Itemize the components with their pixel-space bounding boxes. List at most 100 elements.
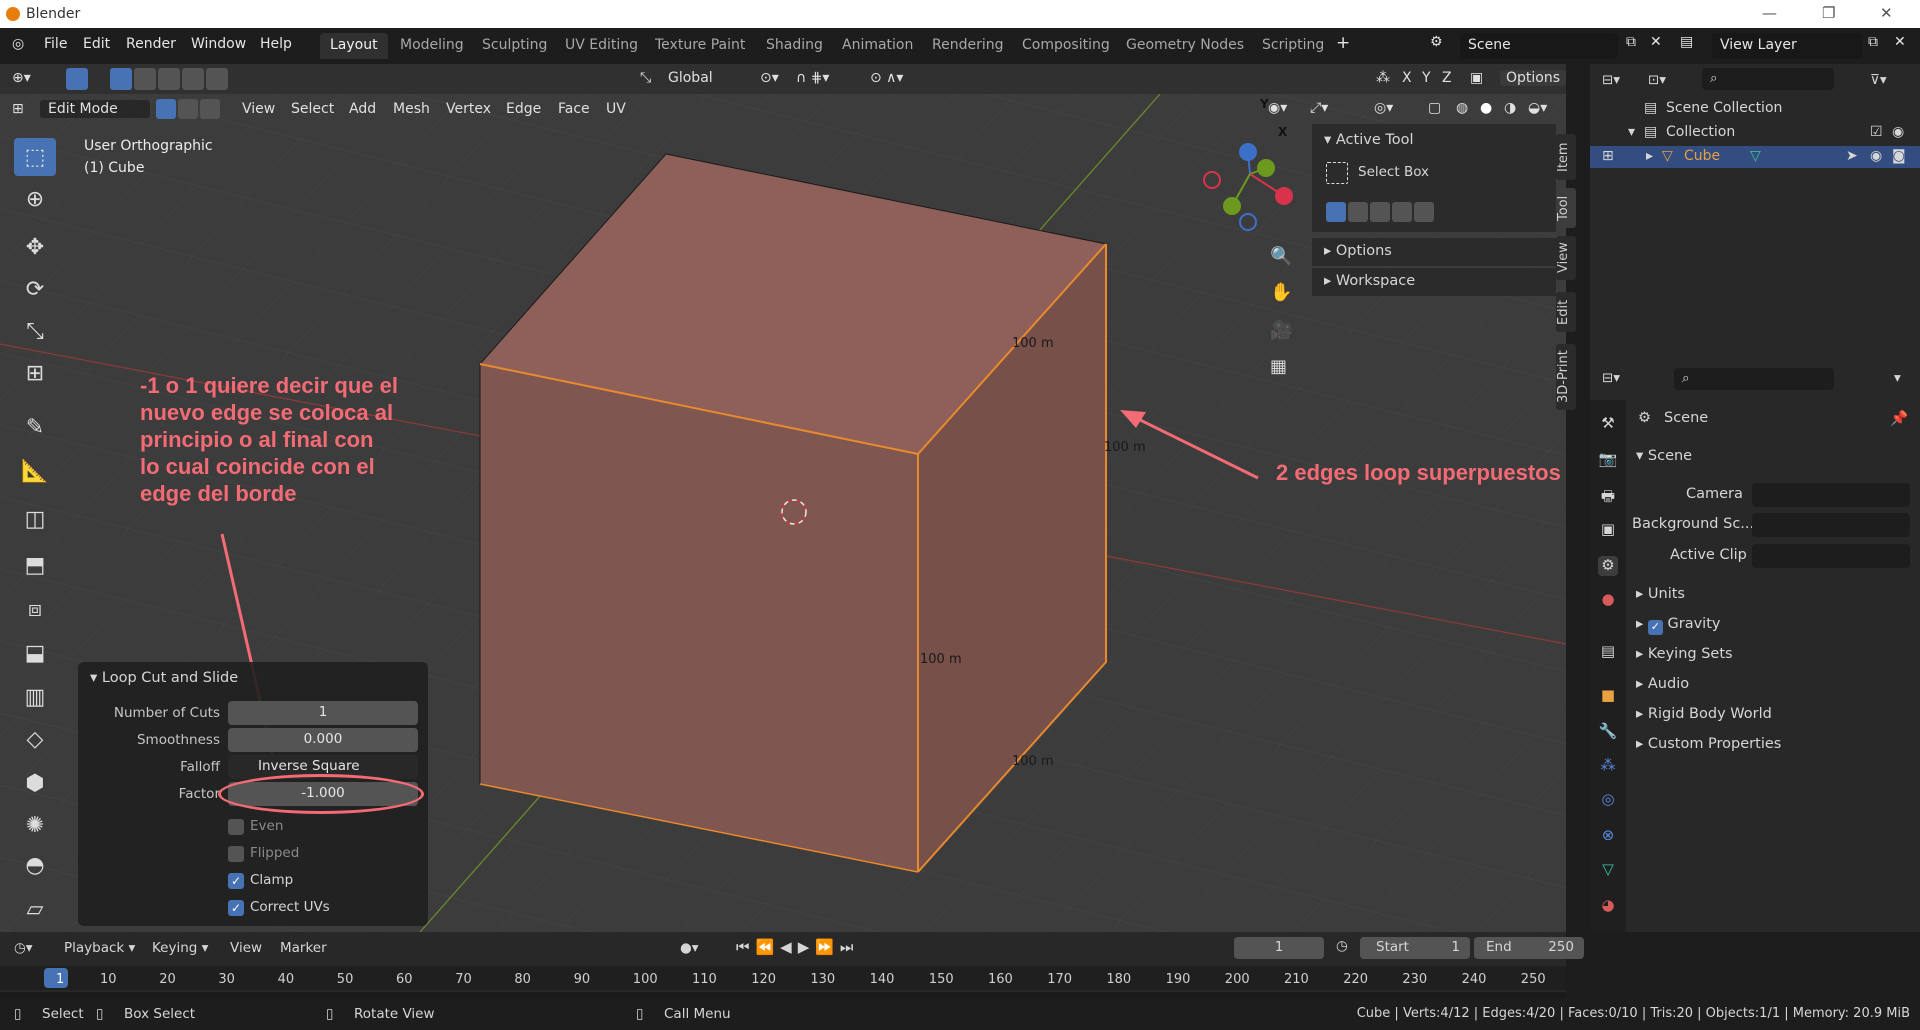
collection-label[interactable]: Collection — [1666, 124, 1735, 140]
select-mode-extend-icon[interactable] — [134, 68, 156, 90]
menu-face[interactable]: Face — [558, 101, 590, 117]
tab-item[interactable]: Item — [1556, 134, 1576, 180]
visibility-icon[interactable]: ◉▾ — [1268, 100, 1287, 116]
mesh-data-icon[interactable]: ▽ — [1750, 148, 1761, 164]
output-props-tab-icon[interactable]: 🖶 — [1598, 486, 1618, 506]
tab-uv-editing[interactable]: UV Editing — [555, 33, 648, 59]
minimize-icon[interactable]: — — [1762, 4, 1777, 22]
xray-icon[interactable]: ▢ — [1428, 100, 1441, 116]
timeline-editor-icon[interactable]: ◷▾ — [14, 940, 33, 956]
menu-mesh[interactable]: Mesh — [393, 101, 430, 117]
snap-icon[interactable]: ∩ ⋕▾ — [796, 70, 829, 86]
end-frame-field[interactable]: End 250 — [1474, 937, 1584, 959]
filter-icon[interactable]: ⊽▾ — [1870, 72, 1887, 88]
orientation-icon[interactable]: ⤡ — [640, 70, 651, 86]
smooth-tool-icon[interactable]: ◓ — [14, 846, 56, 884]
marker-menu[interactable]: Marker — [280, 940, 327, 956]
camera-view-icon[interactable]: 🎥 — [1270, 320, 1292, 341]
collection-props-tab-icon[interactable]: ▤ — [1598, 642, 1618, 662]
collection-checkbox-icon[interactable]: ☑ — [1870, 124, 1883, 140]
tab-sculpting[interactable]: Sculpting — [472, 33, 557, 59]
tab-animation[interactable]: Animation — [832, 33, 923, 59]
menu-select[interactable]: Select — [291, 101, 334, 117]
view-layer-icon[interactable]: ▤ — [1680, 34, 1693, 50]
selectable-icon[interactable]: ➤ — [1846, 148, 1858, 164]
pin-icon[interactable]: 📌 — [1890, 410, 1908, 427]
bevel-tool-icon[interactable]: ⬓ — [14, 634, 56, 672]
mode-intersect-icon[interactable] — [1414, 202, 1434, 222]
tab-3d-print[interactable]: 3D-Print — [1556, 344, 1576, 410]
properties-editor-icon[interactable]: ⊟▾ — [1602, 370, 1620, 386]
new-view-layer-icon[interactable]: ⧉ — [1868, 34, 1878, 50]
inset-tool-icon[interactable]: ⧈ — [14, 590, 56, 628]
select-mode-new-icon[interactable] — [110, 68, 132, 90]
tool-props-tab-icon[interactable]: ⚒ — [1598, 414, 1618, 434]
physics-props-tab-icon[interactable]: ◎ — [1598, 790, 1618, 810]
current-frame-field[interactable]: 1 — [1234, 937, 1324, 959]
mode-difference-icon[interactable] — [1392, 202, 1412, 222]
rigid-body-panel[interactable]: ▸ Rigid Body World — [1636, 706, 1772, 722]
scene-icon[interactable]: ⚙ — [1430, 34, 1443, 50]
tab-tool[interactable]: Tool — [1556, 188, 1576, 228]
pivot-icon[interactable]: ⊙▾ — [760, 70, 779, 86]
proportional-edit-icon[interactable]: ⊙ ∧▾ — [870, 70, 903, 86]
material-props-tab-icon[interactable]: ◕ — [1598, 896, 1618, 916]
vertex-select-icon[interactable] — [156, 99, 176, 119]
display-mode-icon[interactable]: ⊡▾ — [1648, 72, 1666, 88]
camera-field[interactable] — [1752, 483, 1910, 507]
poly-build-tool-icon[interactable]: ⬢ — [14, 764, 56, 802]
correct-uvs-checkbox[interactable]: ✓ — [228, 900, 244, 916]
workspace-panel-header[interactable]: ▸ Workspace — [1312, 268, 1556, 296]
view-layer-tab-icon[interactable]: ▣ — [1598, 520, 1618, 540]
gravity-checkbox[interactable]: ✓ — [1647, 620, 1663, 635]
mode-extend-icon[interactable] — [1348, 202, 1368, 222]
delete-scene-icon[interactable]: ✕ — [1650, 34, 1662, 50]
ortho-grid-icon[interactable]: ▦ — [1270, 356, 1287, 377]
zoom-icon[interactable]: 🔍 — [1270, 246, 1292, 267]
tab-view[interactable]: View — [1556, 236, 1576, 280]
orientation-dropdown[interactable]: Global — [668, 70, 713, 86]
pan-hand-icon[interactable]: ✋ — [1270, 282, 1292, 303]
material-shading-icon[interactable]: ◑ — [1504, 100, 1516, 116]
scale-tool-icon[interactable]: ⤡ — [14, 312, 56, 350]
scene-collection-label[interactable]: Scene Collection — [1666, 100, 1782, 116]
edge-select-icon[interactable] — [178, 99, 198, 119]
options-panel-header[interactable]: ▸ Options — [1312, 238, 1556, 266]
cube-render-icon[interactable]: ◙ — [1892, 148, 1906, 164]
transform-tool-icon[interactable]: ⊞ — [14, 354, 56, 392]
scene-selector[interactable]: Scene — [1460, 33, 1618, 59]
timeline-view-menu[interactable]: View — [230, 940, 262, 956]
select-tool-icon[interactable] — [66, 68, 88, 90]
tab-rendering[interactable]: Rendering — [922, 33, 1014, 59]
even-checkbox[interactable] — [228, 819, 244, 835]
menu-render[interactable]: Render — [126, 36, 176, 52]
menu-edge[interactable]: Edge — [506, 101, 541, 117]
time-icon[interactable]: ◷ — [1336, 938, 1348, 954]
collection-expand-icon[interactable]: ▾ — [1628, 124, 1635, 140]
audio-panel[interactable]: ▸ Audio — [1636, 676, 1689, 692]
cube-label[interactable]: Cube — [1684, 148, 1720, 164]
edit-mode-icon[interactable]: ⊞ — [1602, 148, 1614, 164]
overlay-icon[interactable]: ◎▾ — [1374, 100, 1393, 116]
view-layer-selector[interactable]: View Layer — [1712, 33, 1862, 59]
auto-merge-icon[interactable]: ▣ — [1470, 70, 1483, 86]
gizmo-toggle-icon[interactable]: ⤢▾ — [1310, 100, 1328, 116]
face-select-icon[interactable] — [200, 99, 220, 119]
particles-props-tab-icon[interactable]: ⁂ — [1598, 756, 1618, 776]
move-tool-icon[interactable]: ✥ — [14, 228, 56, 266]
menu-edit[interactable]: Edit — [83, 36, 110, 52]
solid-shading-icon[interactable]: ● — [1480, 100, 1492, 116]
shear-tool-icon[interactable]: ▱ — [14, 890, 56, 928]
blender-menu-icon[interactable]: ◎ — [12, 36, 24, 52]
cube-expand-icon[interactable]: ▸ — [1646, 148, 1653, 164]
tab-edit[interactable]: Edit — [1556, 292, 1576, 332]
flipped-checkbox[interactable] — [228, 846, 244, 862]
properties-options-icon[interactable]: ▾ — [1894, 370, 1901, 386]
render-props-tab-icon[interactable]: 📷 — [1598, 450, 1618, 470]
loop-cut-tool-icon[interactable]: ▥ — [14, 678, 56, 716]
wireframe-shading-icon[interactable]: ◍ — [1456, 100, 1468, 116]
mode-set-icon[interactable] — [1326, 202, 1346, 222]
world-props-tab-icon[interactable]: ● — [1598, 590, 1618, 610]
select-mode-invert-icon[interactable] — [182, 68, 204, 90]
rotate-tool-icon[interactable]: ⟳ — [14, 270, 56, 308]
